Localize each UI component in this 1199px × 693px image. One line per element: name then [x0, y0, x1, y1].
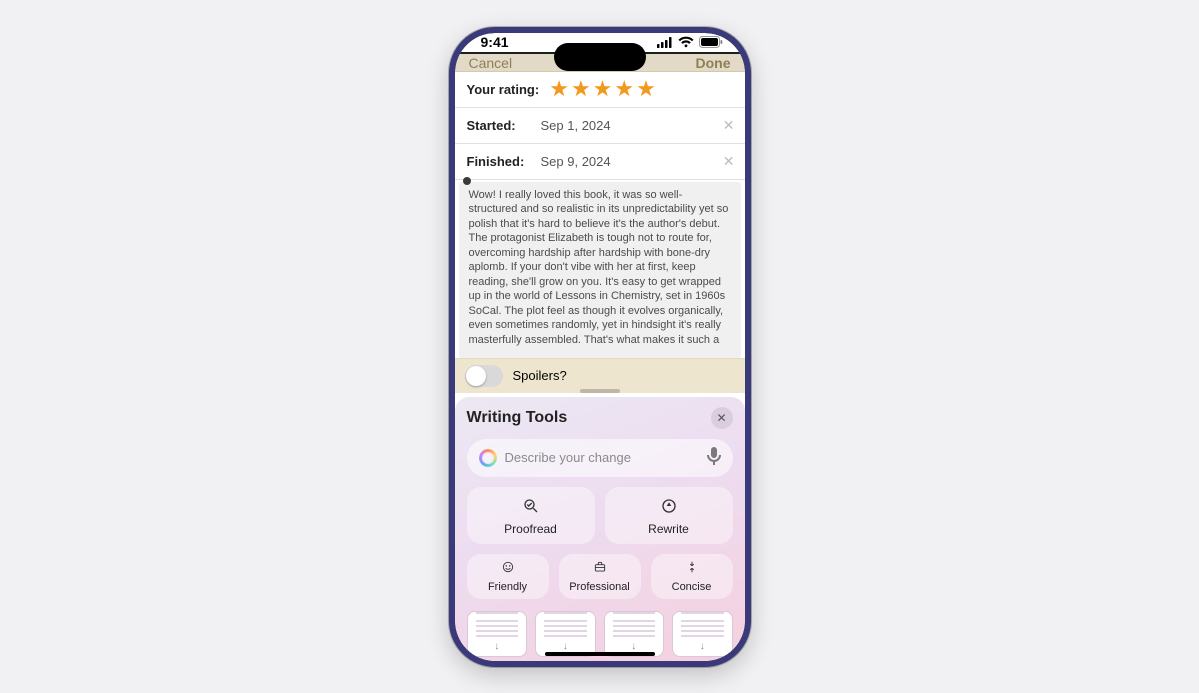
- smile-icon: [501, 560, 515, 577]
- close-icon: ✕: [716, 411, 726, 425]
- rating-row: Your rating: ★ ★ ★ ★ ★: [455, 72, 745, 108]
- review-text-area[interactable]: Wow! I really loved this book, it was so…: [459, 182, 741, 358]
- microphone-icon[interactable]: [707, 447, 721, 469]
- toggle-knob: [466, 366, 486, 386]
- prompt-input[interactable]: [505, 450, 699, 465]
- started-value: Sep 1, 2024: [541, 118, 611, 133]
- star-icon[interactable]: ★: [593, 78, 613, 100]
- writing-tools-tone-row: Friendly Professional Concise: [467, 554, 733, 599]
- concise-label: Concise: [672, 581, 712, 593]
- spoilers-row: Spoilers?: [455, 358, 745, 393]
- battery-icon: [699, 36, 723, 48]
- finished-label: Finished:: [467, 154, 531, 169]
- writing-tools-sheet: Writing Tools ✕ Proofread: [455, 397, 745, 661]
- download-icon: ↓: [700, 641, 705, 652]
- dynamic-island: [554, 43, 646, 71]
- started-row[interactable]: Started: Sep 1, 2024 ✕: [455, 108, 745, 144]
- format-option-1[interactable]: ↓: [467, 611, 528, 657]
- status-time: 9:41: [481, 34, 509, 50]
- format-option-2[interactable]: ↓: [535, 611, 596, 657]
- review-text-container: Wow! I really loved this book, it was so…: [455, 180, 745, 358]
- writing-tools-prompt-field[interactable]: [467, 439, 733, 477]
- rating-label: Your rating:: [467, 82, 540, 97]
- started-label: Started:: [467, 118, 531, 133]
- star-icon[interactable]: ★: [571, 78, 591, 100]
- finished-value: Sep 9, 2024: [541, 154, 611, 169]
- sheet-grabber[interactable]: [580, 389, 620, 393]
- spoilers-toggle[interactable]: [465, 365, 503, 387]
- rating-stars[interactable]: ★ ★ ★ ★ ★: [549, 78, 656, 100]
- cancel-button[interactable]: Cancel: [469, 55, 513, 71]
- wifi-icon: [678, 36, 694, 48]
- download-icon: ↓: [494, 641, 499, 652]
- cellular-signal-icon: [657, 37, 673, 48]
- friendly-button[interactable]: Friendly: [467, 554, 549, 599]
- clear-started-icon[interactable]: ✕: [723, 118, 735, 132]
- screen: 9:41 Cancel Review Done Your rating:: [455, 33, 745, 661]
- writing-tools-format-row: ↓ ↓ ↓ ↓: [467, 611, 733, 657]
- writing-tools-primary-row: Proofread Rewrite: [467, 487, 733, 544]
- star-icon[interactable]: ★: [636, 78, 656, 100]
- compress-icon: [685, 560, 699, 577]
- rewrite-button[interactable]: Rewrite: [605, 487, 733, 544]
- magnifier-check-icon: [522, 497, 540, 518]
- format-option-3[interactable]: ↓: [604, 611, 665, 657]
- text-selection-handle[interactable]: [463, 177, 471, 185]
- proofread-button[interactable]: Proofread: [467, 487, 595, 544]
- format-option-4[interactable]: ↓: [672, 611, 733, 657]
- professional-label: Professional: [569, 581, 630, 593]
- status-icons: [657, 36, 723, 48]
- download-icon: ↓: [563, 641, 568, 652]
- professional-button[interactable]: Professional: [559, 554, 641, 599]
- star-icon[interactable]: ★: [549, 78, 569, 100]
- done-button[interactable]: Done: [696, 55, 731, 71]
- concise-button[interactable]: Concise: [651, 554, 733, 599]
- writing-tools-title: Writing Tools: [467, 409, 568, 427]
- iphone-device-frame: 9:41 Cancel Review Done Your rating:: [449, 27, 751, 667]
- rewrite-icon: [660, 497, 678, 518]
- spoilers-label: Spoilers?: [513, 368, 567, 383]
- download-icon: ↓: [631, 641, 636, 652]
- star-icon[interactable]: ★: [614, 78, 634, 100]
- close-writing-tools-button[interactable]: ✕: [711, 407, 733, 429]
- friendly-label: Friendly: [488, 581, 527, 593]
- home-indicator[interactable]: [545, 652, 655, 656]
- writing-tools-header: Writing Tools ✕: [467, 407, 733, 429]
- proofread-label: Proofread: [504, 522, 557, 536]
- apple-intelligence-icon: [479, 449, 497, 467]
- clear-finished-icon[interactable]: ✕: [723, 154, 735, 168]
- rewrite-label: Rewrite: [648, 522, 689, 536]
- finished-row[interactable]: Finished: Sep 9, 2024 ✕: [455, 144, 745, 180]
- briefcase-icon: [593, 560, 607, 577]
